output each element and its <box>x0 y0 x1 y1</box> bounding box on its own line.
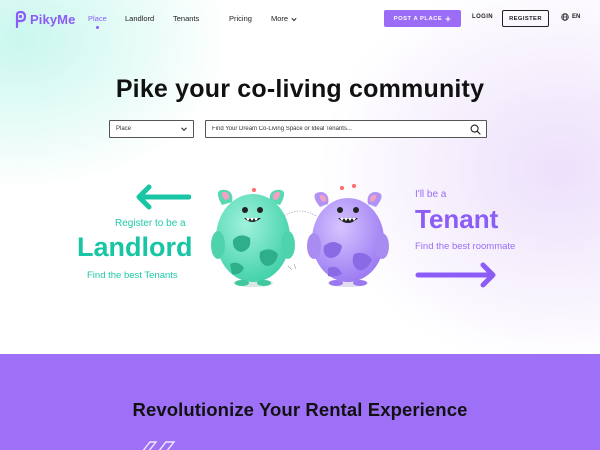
plus-icon <box>445 16 451 21</box>
active-indicator <box>96 26 99 29</box>
chevron-down-icon <box>291 17 297 21</box>
register-button[interactable]: REGISTER <box>502 10 549 27</box>
features-band: Revolutionize Your Rental Experience <box>0 354 600 450</box>
nav-link-more-label: More <box>271 14 289 23</box>
logo-icon <box>15 10 27 28</box>
nav-link-pricing[interactable]: Pricing <box>229 14 252 23</box>
section-title: Revolutionize Your Rental Experience <box>132 399 468 420</box>
search-icon[interactable] <box>470 124 481 135</box>
tenant-pre-text: I'll be a <box>415 189 447 200</box>
logo[interactable]: PikyMe <box>14 9 75 29</box>
tenant-subtitle: Find the best roommate <box>415 241 516 252</box>
search-box <box>205 120 487 138</box>
search-input[interactable] <box>206 125 464 133</box>
landlord-pre-text: Register to be a <box>115 218 186 229</box>
green-monster <box>211 188 295 287</box>
arrow-right-icon[interactable] <box>415 262 497 288</box>
nav-link-tenants[interactable]: Tenants <box>173 14 199 23</box>
post-a-place-button[interactable]: POST A PLACE <box>384 10 461 27</box>
search-type-select[interactable]: Place <box>109 120 194 138</box>
nav-link-place[interactable]: Place <box>88 14 107 23</box>
hero-section: PikyMe Place Landlord Tenants Pricing Mo… <box>0 0 600 354</box>
brand-name: PikyMe <box>30 11 76 27</box>
decorative-shape-icon <box>142 441 176 450</box>
page-title: Pike your co-living community <box>115 75 485 103</box>
tenant-title[interactable]: Tenant <box>415 204 498 235</box>
globe-icon <box>561 13 569 21</box>
landlord-subtitle: Find the best Tenants <box>87 270 178 281</box>
arrow-left-icon[interactable] <box>135 184 191 210</box>
nav-link-more[interactable]: More <box>271 14 297 23</box>
chevron-down-icon <box>181 127 187 132</box>
login-button[interactable]: LOGIN <box>472 14 493 20</box>
nav-link-landlord[interactable]: Landlord <box>125 14 154 23</box>
language-selector[interactable]: EN <box>561 13 580 21</box>
mascots-illustration <box>211 184 389 287</box>
post-a-place-label: POST A PLACE <box>393 15 443 22</box>
top-navbar: PikyMe Place Landlord Tenants Pricing Mo… <box>0 0 600 38</box>
purple-monster <box>307 184 389 287</box>
search-type-value: Place <box>116 126 132 132</box>
language-label: EN <box>572 14 581 20</box>
landlord-title[interactable]: Landlord <box>77 232 193 263</box>
